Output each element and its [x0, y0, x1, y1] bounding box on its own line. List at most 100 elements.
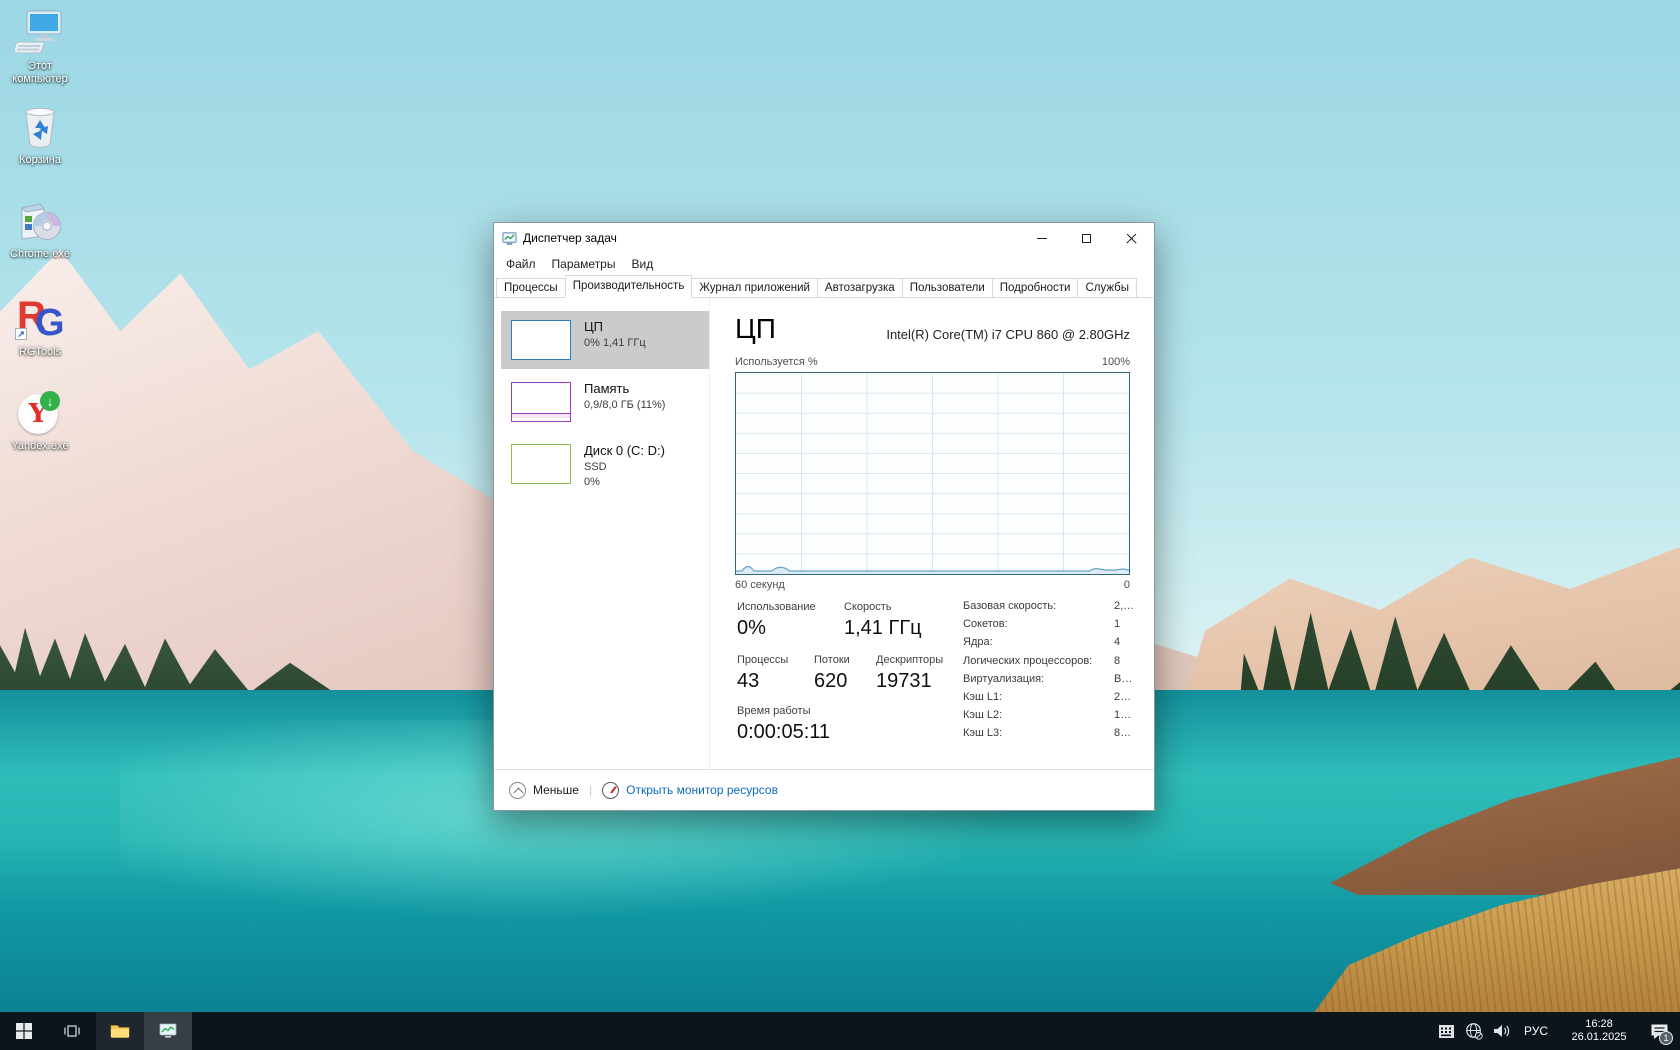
clock[interactable]: 16:28 26.01.2025: [1556, 1018, 1642, 1044]
stat-value-handles: 19731: [876, 669, 932, 693]
file-explorer-button[interactable]: [96, 1012, 144, 1050]
stat-value-uptime: 0:00:05:11: [737, 720, 830, 744]
stat-label-speed: Скорость: [844, 601, 892, 613]
clock-time: 16:28: [1556, 1018, 1642, 1031]
folder-icon: [110, 1023, 130, 1039]
disk-mini-graph: [511, 444, 571, 484]
tab-users[interactable]: Пользователи: [902, 278, 993, 297]
minimize-button[interactable]: [1019, 223, 1064, 253]
cpu-panel: ЦП Intel(R) Core(TM) i7 CPU 860 @ 2.80GH…: [710, 298, 1154, 769]
window-title: Диспетчер задач: [523, 231, 617, 245]
detail-row: Кэш L1:2…: [963, 688, 1153, 706]
recycle-bin-icon: [15, 104, 65, 150]
resource-monitor-icon: [602, 782, 619, 799]
minimize-icon: [1037, 238, 1047, 239]
tab-app-history[interactable]: Журнал приложений: [691, 278, 818, 297]
stat-label-threads: Потоки: [814, 654, 850, 666]
desktop-icon-chrome-exe[interactable]: Chrome.exe: [1, 198, 79, 261]
detail-label: Кэш L1:: [963, 688, 1114, 706]
detail-value: В…: [1114, 670, 1132, 688]
detail-label: Базовая скорость:: [963, 597, 1114, 615]
task-manager-window: Диспетчер задач Файл Параметры Вид Проце…: [493, 222, 1155, 811]
stat-label-handles: Дескрипторы: [876, 654, 943, 666]
detail-label: Виртуализация:: [963, 670, 1114, 688]
rgtools-icon: RG ↗: [15, 296, 65, 342]
footer-separator: |: [589, 783, 592, 797]
stat-value-processes: 43: [737, 669, 759, 693]
desktop-icon-rgtools[interactable]: RG ↗ RGTools: [1, 296, 79, 359]
detail-label: Кэш L3:: [963, 724, 1114, 742]
menu-bar: Файл Параметры Вид: [494, 253, 1154, 275]
desktop-icon-label: Этот компьютер: [1, 60, 79, 86]
volume-button[interactable]: [1488, 1012, 1516, 1050]
task-view-button[interactable]: [48, 1012, 96, 1050]
sidebar-item-subtitle: 0,9/8,0 ГБ (11%): [584, 399, 665, 411]
graph-max-label: 100%: [1102, 356, 1130, 368]
notification-badge: 1: [1659, 1031, 1673, 1045]
desktop-icon-label: Корзина: [1, 154, 79, 167]
touch-keyboard-button[interactable]: [1432, 1012, 1460, 1050]
graph-time-label: 60 секунд: [735, 579, 785, 591]
tab-services[interactable]: Службы: [1077, 278, 1137, 297]
menu-file[interactable]: Файл: [500, 255, 542, 273]
detail-value: 4: [1114, 633, 1120, 651]
download-arrow-icon: ↓: [40, 391, 60, 411]
globe-no-internet-icon: [1465, 1022, 1483, 1040]
language-indicator[interactable]: РУС: [1516, 1024, 1556, 1038]
sidebar-item-disk0[interactable]: Диск 0 (C: D:) SSD 0%: [501, 435, 709, 509]
stat-value-usage: 0%: [737, 616, 766, 640]
stat-label-uptime: Время работы: [737, 705, 811, 717]
tab-processes[interactable]: Процессы: [496, 278, 566, 297]
windows-logo-icon: [16, 1023, 32, 1039]
detail-row: Ядра:4: [963, 633, 1153, 651]
close-button[interactable]: [1109, 223, 1154, 253]
open-resource-monitor-link[interactable]: Открыть монитор ресурсов: [626, 783, 778, 797]
this-pc-icon: [15, 10, 65, 56]
network-button[interactable]: [1460, 1012, 1488, 1050]
tab-performance[interactable]: Производительность: [565, 275, 693, 298]
sidebar-item-memory[interactable]: Память 0,9/8,0 ГБ (11%): [501, 373, 709, 431]
desktop-icon-yandex-exe[interactable]: Y ↓ Yandex.exe: [1, 390, 79, 453]
detail-label: Сокетов:: [963, 615, 1114, 633]
detail-label: Логических процессоров:: [963, 652, 1114, 670]
desktop-icon-label: Yandex.exe: [1, 440, 79, 453]
stat-value-threads: 620: [814, 669, 847, 693]
performance-sidebar: ЦП 0% 1,41 ГГц Память 0,9/8,0 ГБ (11%) Д…: [494, 298, 710, 769]
cpu-heading: ЦП: [735, 312, 776, 346]
desktop-icon-recycle-bin[interactable]: Корзина: [1, 104, 79, 167]
detail-label: Кэш L2:: [963, 706, 1114, 724]
sidebar-item-cpu[interactable]: ЦП 0% 1,41 ГГц: [501, 311, 709, 369]
cpu-details-list: Базовая скорость:2,… Сокетов:1 Ядра:4 Ло…: [963, 597, 1153, 743]
graph-usage-label: Используется %: [735, 356, 818, 368]
sidebar-item-title: ЦП: [584, 319, 603, 334]
tab-startup[interactable]: Автозагрузка: [817, 278, 903, 297]
detail-value: 2,…: [1114, 597, 1134, 615]
sidebar-item-subtitle2: 0%: [584, 476, 600, 488]
cpu-mini-graph: [511, 320, 571, 360]
detail-value: 1…: [1114, 706, 1131, 724]
detail-row: Логических процессоров:8: [963, 652, 1153, 670]
sidebar-item-title: Диск 0 (C: D:): [584, 443, 665, 458]
menu-view[interactable]: Вид: [625, 255, 659, 273]
touch-keyboard-icon: [1439, 1025, 1454, 1038]
window-footer: Меньше | Открыть монитор ресурсов: [494, 769, 1154, 810]
desktop-icon-this-pc[interactable]: Этот компьютер: [1, 10, 79, 86]
installer-disc-icon: [15, 198, 65, 244]
task-manager-taskbar-button[interactable]: [144, 1012, 192, 1050]
maximize-icon: [1082, 234, 1091, 243]
maximize-button[interactable]: [1064, 223, 1109, 253]
collapse-chevron-icon[interactable]: [509, 782, 526, 799]
title-bar[interactable]: Диспетчер задач: [494, 223, 1154, 253]
cpu-processor-name: Intel(R) Core(TM) i7 CPU 860 @ 2.80GHz: [886, 327, 1130, 342]
menu-options[interactable]: Параметры: [546, 255, 622, 273]
start-button[interactable]: [0, 1012, 48, 1050]
fewer-details-button[interactable]: Меньше: [533, 783, 579, 797]
desktop-icon-label: RGTools: [1, 346, 79, 359]
detail-label: Ядра:: [963, 633, 1114, 651]
tab-details[interactable]: Подробности: [992, 278, 1079, 297]
action-center-button[interactable]: 1: [1642, 1012, 1676, 1050]
taskbar: РУС 16:28 26.01.2025 1: [0, 1012, 1680, 1050]
detail-row: Кэш L2:1…: [963, 706, 1153, 724]
graph-zero-label: 0: [1124, 579, 1130, 591]
shortcut-arrow-icon: ↗: [15, 328, 27, 340]
